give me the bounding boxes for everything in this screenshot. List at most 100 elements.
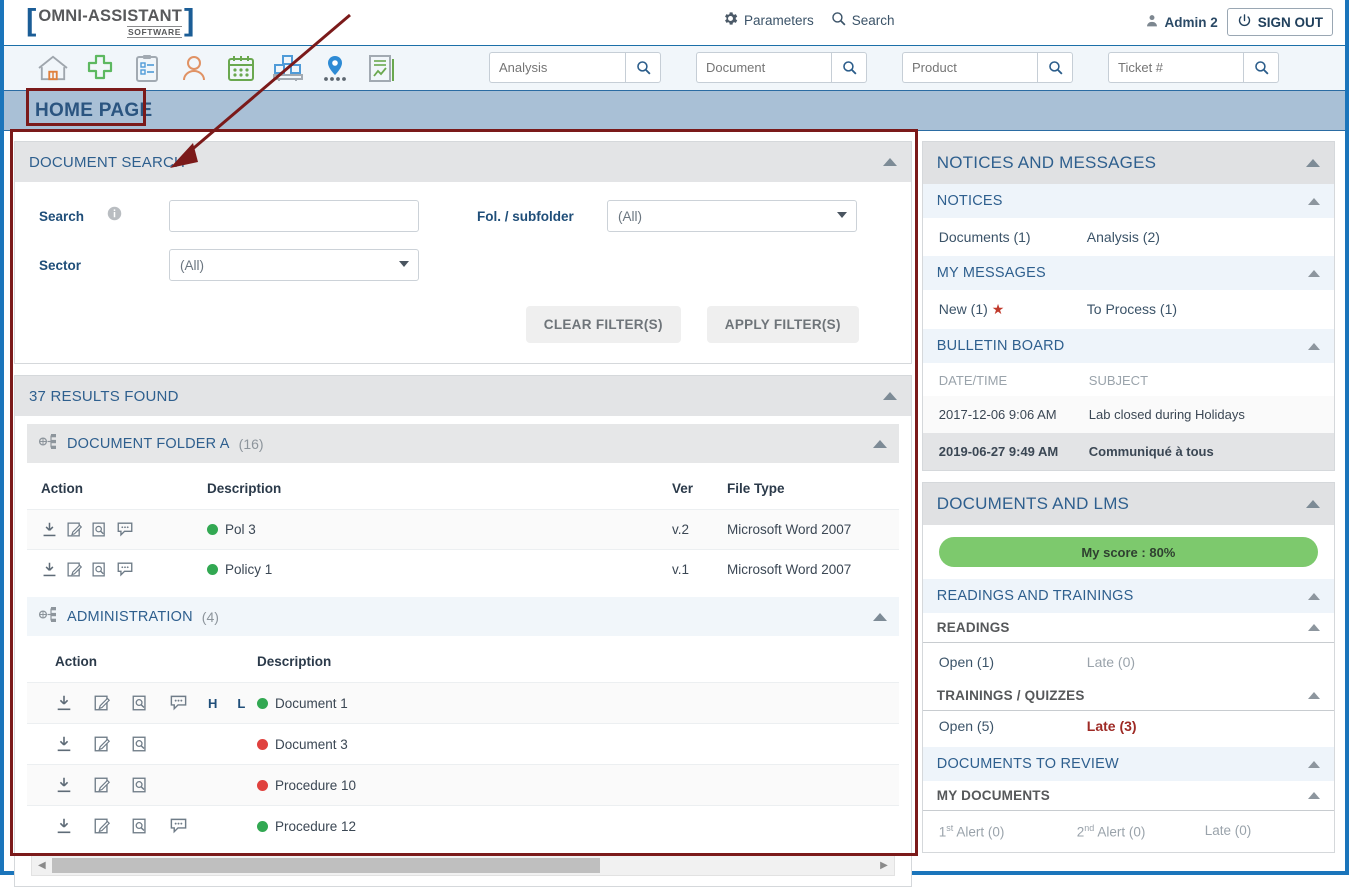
user-chip[interactable]: Admin 2 (1145, 13, 1218, 31)
readings-open-link[interactable]: Open (1) (939, 654, 1087, 670)
folder-select[interactable]: (All) (607, 200, 857, 232)
messages-to-process-link[interactable]: To Process (1) (1087, 301, 1227, 318)
folder-header-administration[interactable]: ADMINISTRATION (4) (27, 597, 899, 636)
product-search-button[interactable] (1037, 52, 1073, 83)
edit-icon[interactable] (93, 694, 111, 712)
info-icon[interactable] (107, 206, 122, 226)
table-row[interactable]: Policy 1 v.1 Microsoft Word 2007 (27, 549, 899, 589)
table-row[interactable]: Pol 3 v.2 Microsoft Word 2007 (27, 509, 899, 550)
collapse-caret-icon[interactable] (1306, 159, 1320, 167)
analysis-search-input[interactable] (489, 52, 625, 83)
readings-links: Open (1) Late (0) (923, 643, 1334, 681)
edit-icon[interactable] (66, 521, 83, 538)
notices-documents-link[interactable]: Documents (1) (939, 229, 1087, 245)
documents-to-review-section-header[interactable]: DOCUMENTS TO REVIEW (922, 747, 1334, 781)
collapse-caret-icon[interactable] (1308, 624, 1320, 631)
analysis-search-button[interactable] (625, 52, 661, 83)
clipboard-checklist-icon[interactable] (130, 51, 164, 85)
collapse-caret-icon[interactable] (1308, 592, 1320, 600)
collapse-caret-icon[interactable] (1308, 792, 1320, 799)
document-search-panel-header[interactable]: DOCUMENT SEARCH (15, 142, 911, 182)
scroll-left-arrow-icon[interactable]: ◀ (38, 860, 46, 871)
results-panel-header[interactable]: 37 RESULTS FOUND (15, 376, 911, 416)
download-icon[interactable] (41, 561, 58, 578)
trainings-section-header[interactable]: TRAININGS / QUIZZES (922, 681, 1334, 711)
horizontal-scrollbar[interactable]: ◀ ▶ (31, 854, 895, 876)
preview-icon[interactable] (91, 561, 108, 578)
location-pin-icon[interactable] (318, 51, 352, 85)
collapse-caret-icon[interactable] (1306, 500, 1320, 508)
trainings-open-link[interactable]: Open (5) (939, 718, 1087, 734)
edit-icon[interactable] (66, 561, 83, 578)
sector-select[interactable]: (All) (169, 249, 419, 281)
messages-new-link[interactable]: New (1) ★ (939, 301, 1087, 318)
download-icon[interactable] (55, 776, 73, 794)
status-dot (207, 524, 218, 535)
parameters-link[interactable]: Parameters (722, 10, 814, 30)
clear-filters-button[interactable]: CLEAR FILTER(S) (525, 306, 681, 343)
comment-icon[interactable] (116, 521, 134, 538)
preview-icon[interactable] (91, 521, 108, 538)
home-icon[interactable] (36, 51, 70, 85)
trainings-late-link[interactable]: Late (3) (1087, 718, 1227, 734)
edit-icon[interactable] (93, 817, 111, 835)
comment-icon[interactable] (116, 561, 134, 578)
readings-trainings-section-header[interactable]: READINGS AND TRAININGS (922, 579, 1334, 613)
pallet-boxes-icon[interactable] (271, 51, 305, 85)
notices-panel-header[interactable]: NOTICES AND MESSAGES (922, 142, 1334, 184)
bulletin-row[interactable]: 2019-06-27 9:49 AM Communiqué à tous (922, 433, 1334, 470)
my-messages-section-header[interactable]: MY MESSAGES (922, 256, 1334, 290)
table-row[interactable]: Procedure 12 (27, 805, 899, 846)
plus-cross-icon[interactable] (83, 51, 117, 85)
notices-analysis-link[interactable]: Analysis (2) (1087, 229, 1227, 245)
collapse-caret-icon[interactable] (882, 158, 897, 166)
ticket-search-button[interactable] (1243, 52, 1279, 83)
document-search-button[interactable] (831, 52, 867, 83)
preview-icon[interactable] (131, 817, 149, 835)
ticket-search-input[interactable] (1108, 52, 1243, 83)
scroll-right-arrow-icon[interactable]: ▶ (880, 860, 888, 871)
collapse-caret-icon[interactable] (1308, 197, 1320, 205)
collapse-caret-icon[interactable] (1308, 760, 1320, 768)
collapse-caret-icon[interactable] (1308, 692, 1320, 699)
collapse-caret-icon[interactable] (872, 612, 887, 621)
notices-section-header[interactable]: NOTICES (922, 184, 1334, 218)
my-documents-section-header[interactable]: MY DOCUMENTS (922, 781, 1334, 811)
comment-icon[interactable] (169, 817, 188, 835)
preview-icon[interactable] (131, 735, 149, 753)
global-search-link[interactable]: Search (830, 10, 895, 30)
folder-header-document-folder-a[interactable]: DOCUMENT FOLDER A (16) (27, 424, 899, 463)
table-row[interactable]: Procedure 10 (27, 764, 899, 806)
calendar-icon[interactable] (224, 51, 258, 85)
table-row[interactable]: H L Document 1 (27, 682, 899, 724)
person-icon[interactable] (177, 51, 211, 85)
lms-panel-header[interactable]: DOCUMENTS AND LMS (922, 483, 1334, 525)
bulletin-board-section-header[interactable]: BULLETIN BOARD (922, 329, 1334, 363)
apply-filters-button[interactable]: APPLY FILTER(S) (706, 306, 859, 343)
history-letter-button[interactable]: H (208, 696, 217, 711)
download-icon[interactable] (55, 817, 73, 835)
bulletin-row[interactable]: 2017-12-06 9:06 AM Lab closed during Hol… (922, 396, 1334, 433)
edit-icon[interactable] (93, 735, 111, 753)
collapse-caret-icon[interactable] (872, 439, 887, 448)
collapse-caret-icon[interactable] (882, 392, 897, 400)
download-icon[interactable] (55, 735, 73, 753)
edit-icon[interactable] (93, 776, 111, 794)
collapse-caret-icon[interactable] (1308, 342, 1320, 350)
comment-icon[interactable] (169, 694, 188, 712)
report-chart-icon[interactable] (365, 51, 399, 85)
scrollbar-thumb[interactable] (52, 858, 600, 873)
trainings-links: Open (5) Late (3) (923, 711, 1334, 747)
search-input[interactable] (169, 200, 419, 232)
document-search-input[interactable] (696, 52, 831, 83)
download-icon[interactable] (55, 694, 73, 712)
link-letter-button[interactable]: L (237, 696, 245, 711)
collapse-caret-icon[interactable] (1308, 269, 1320, 277)
preview-icon[interactable] (131, 694, 149, 712)
table-row[interactable]: Document 3 (27, 723, 899, 765)
download-icon[interactable] (41, 521, 58, 538)
readings-section-header[interactable]: READINGS (922, 613, 1334, 643)
product-search-input[interactable] (902, 52, 1037, 83)
preview-icon[interactable] (131, 776, 149, 794)
sign-out-button[interactable]: SIGN OUT (1226, 8, 1333, 36)
